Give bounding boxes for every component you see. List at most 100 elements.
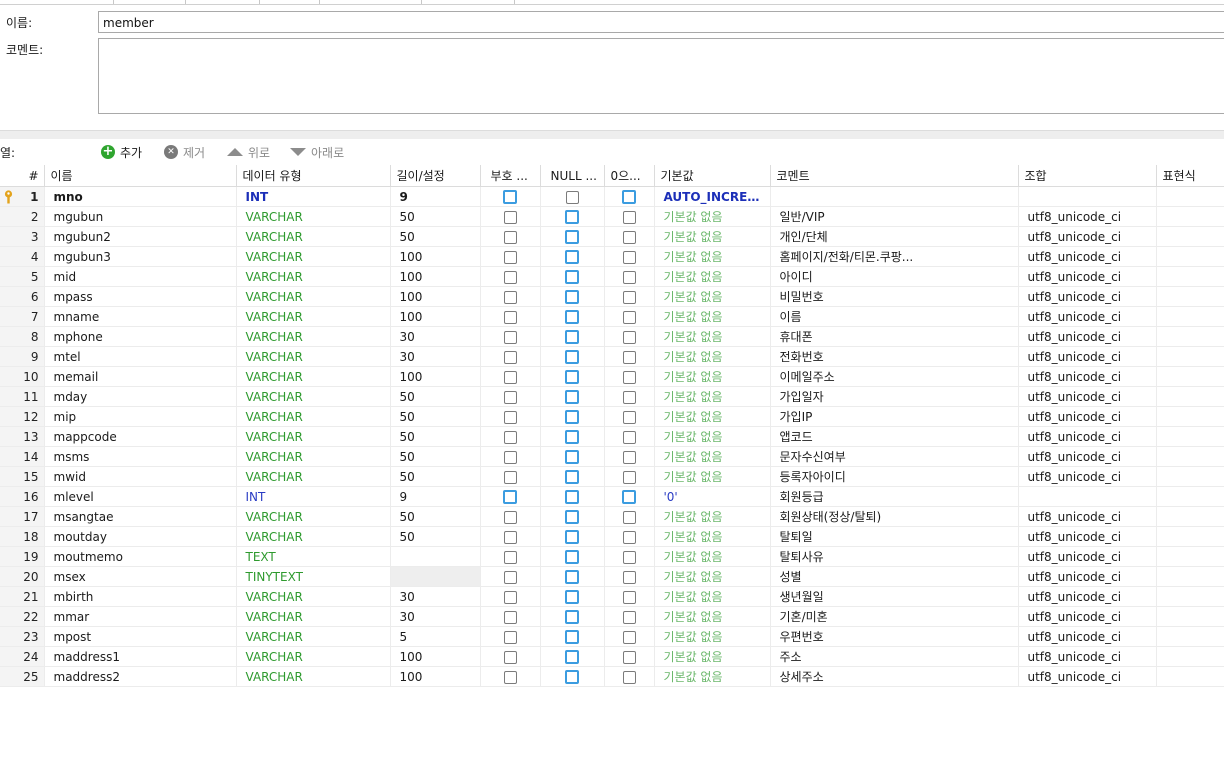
unsigned-checkbox[interactable] (503, 189, 517, 204)
header-data-type[interactable]: 데이터 유형 (236, 165, 391, 187)
column-name-cell[interactable]: mmar (44, 606, 237, 627)
comment-cell[interactable]: 주소 (770, 646, 1019, 667)
null-allowed-checkbox[interactable] (565, 349, 579, 364)
length-cell[interactable]: 100 (390, 646, 481, 667)
data-type-cell[interactable]: TINYTEXT (236, 566, 391, 587)
data-type-cell[interactable]: INT (236, 186, 391, 207)
null-allowed-checkbox[interactable] (565, 389, 579, 404)
unsigned-checkbox[interactable] (503, 330, 517, 344)
header-null[interactable]: NULL ... (540, 165, 605, 187)
data-type-cell[interactable]: VARCHAR (236, 286, 391, 307)
expression-cell[interactable] (1156, 286, 1224, 307)
comment-cell[interactable]: 홈페이지/전화/티몬.쿠팡... (770, 246, 1019, 267)
null-allowed-checkbox[interactable] (565, 209, 579, 224)
null-allowed-checkbox[interactable] (565, 429, 579, 444)
column-name-cell[interactable]: mday (44, 386, 237, 407)
null-allowed-checkbox[interactable] (565, 309, 579, 324)
table-row[interactable]: 19 moutmemo TEXT 기본값 없음 탈퇴사유 utf8_unicode_ci (0, 546, 1224, 567)
collation-cell[interactable]: utf8_unicode_ci (1018, 646, 1157, 667)
zerofill-checkbox[interactable] (622, 630, 636, 644)
expression-cell[interactable] (1156, 606, 1224, 627)
default-value-cell[interactable]: 기본값 없음 (654, 586, 771, 607)
unsigned-checkbox[interactable] (503, 310, 517, 324)
null-allowed-checkbox[interactable] (565, 529, 579, 544)
null-allowed-checkbox[interactable] (565, 609, 579, 624)
comment-cell[interactable]: 가입IP (770, 406, 1019, 427)
header-unsigned[interactable]: 부호 ... (480, 165, 541, 187)
zerofill-checkbox[interactable] (622, 330, 636, 344)
null-allowed-checkbox[interactable] (565, 569, 579, 584)
collation-cell[interactable]: utf8_unicode_ci (1018, 226, 1157, 247)
comment-cell[interactable] (770, 186, 1019, 207)
zerofill-checkbox[interactable] (622, 290, 636, 304)
comment-cell[interactable]: 회원상태(정상/탈퇴) (770, 506, 1019, 527)
default-value-cell[interactable]: 기본값 없음 (654, 646, 771, 667)
collation-cell[interactable]: utf8_unicode_ci (1018, 606, 1157, 627)
collation-cell[interactable]: utf8_unicode_ci (1018, 286, 1157, 307)
expression-cell[interactable] (1156, 646, 1224, 667)
length-cell[interactable]: 50 (390, 466, 481, 487)
column-name-cell[interactable]: mbirth (44, 586, 237, 607)
column-name-cell[interactable]: mpost (44, 626, 237, 647)
default-value-cell[interactable]: 기본값 없음 (654, 546, 771, 567)
comment-cell[interactable]: 생년월일 (770, 586, 1019, 607)
data-type-cell[interactable]: VARCHAR (236, 386, 391, 407)
null-allowed-checkbox[interactable] (565, 549, 579, 564)
data-type-cell[interactable]: VARCHAR (236, 426, 391, 447)
expression-cell[interactable] (1156, 386, 1224, 407)
null-allowed-checkbox[interactable] (565, 449, 579, 464)
length-cell[interactable]: 50 (390, 226, 481, 247)
comment-cell[interactable]: 상세주소 (770, 666, 1019, 687)
comment-cell[interactable]: 전화번호 (770, 346, 1019, 367)
zerofill-checkbox[interactable] (622, 390, 636, 404)
null-allowed-checkbox[interactable] (565, 649, 579, 664)
unsigned-checkbox[interactable] (503, 510, 517, 524)
table-comment-textarea[interactable] (98, 38, 1224, 114)
length-cell[interactable]: 5 (390, 626, 481, 647)
default-value-cell[interactable]: 기본값 없음 (654, 626, 771, 647)
collation-cell[interactable]: utf8_unicode_ci (1018, 546, 1157, 567)
data-type-cell[interactable]: VARCHAR (236, 266, 391, 287)
unsigned-checkbox[interactable] (503, 370, 517, 384)
data-type-cell[interactable]: TEXT (236, 546, 391, 567)
comment-cell[interactable]: 이름 (770, 306, 1019, 327)
column-name-cell[interactable]: maddress1 (44, 646, 237, 667)
length-cell[interactable]: 100 (390, 286, 481, 307)
zerofill-checkbox[interactable] (622, 189, 636, 204)
expression-cell[interactable] (1156, 526, 1224, 547)
zerofill-checkbox[interactable] (622, 610, 636, 624)
unsigned-checkbox[interactable] (503, 650, 517, 664)
data-type-cell[interactable]: VARCHAR (236, 406, 391, 427)
header-comment[interactable]: 코멘트 (770, 165, 1019, 187)
column-name-cell[interactable]: mpass (44, 286, 237, 307)
expression-cell[interactable] (1156, 546, 1224, 567)
expression-cell[interactable] (1156, 566, 1224, 587)
column-name-cell[interactable]: moutday (44, 526, 237, 547)
expression-cell[interactable] (1156, 626, 1224, 647)
null-allowed-checkbox[interactable] (565, 469, 579, 484)
header-name[interactable]: 이름 (44, 165, 237, 187)
collation-cell[interactable] (1018, 486, 1157, 507)
table-row[interactable]: 21 mbirth VARCHAR 30 기본값 없음 생년월일 utf8_unicode_… (0, 586, 1224, 607)
zerofill-checkbox[interactable] (622, 410, 636, 424)
null-allowed-checkbox[interactable] (565, 229, 579, 244)
default-value-cell[interactable]: 기본값 없음 (654, 326, 771, 347)
table-row[interactable]: 2 mgubun VARCHAR 50 기본값 없음 일반/VIP utf8_unicode… (0, 206, 1224, 227)
column-name-cell[interactable]: mgubun3 (44, 246, 237, 267)
zerofill-checkbox[interactable] (622, 230, 636, 244)
null-allowed-checkbox[interactable] (565, 409, 579, 424)
null-allowed-checkbox[interactable] (565, 190, 579, 204)
column-name-cell[interactable]: mgubun2 (44, 226, 237, 247)
column-name-cell[interactable]: mip (44, 406, 237, 427)
comment-cell[interactable]: 탈퇴사유 (770, 546, 1019, 567)
zerofill-checkbox[interactable] (622, 210, 636, 224)
unsigned-checkbox[interactable] (503, 430, 517, 444)
default-value-cell[interactable]: 기본값 없음 (654, 426, 771, 447)
column-name-cell[interactable]: msex (44, 566, 237, 587)
data-type-cell[interactable]: VARCHAR (236, 626, 391, 647)
default-value-cell[interactable]: 기본값 없음 (654, 446, 771, 467)
table-row[interactable]: 16 mlevel INT 9 '0' 회원등급 (0, 486, 1224, 507)
header-collation[interactable]: 조합 (1018, 165, 1157, 187)
default-value-cell[interactable]: 기본값 없음 (654, 206, 771, 227)
comment-cell[interactable]: 탈퇴일 (770, 526, 1019, 547)
